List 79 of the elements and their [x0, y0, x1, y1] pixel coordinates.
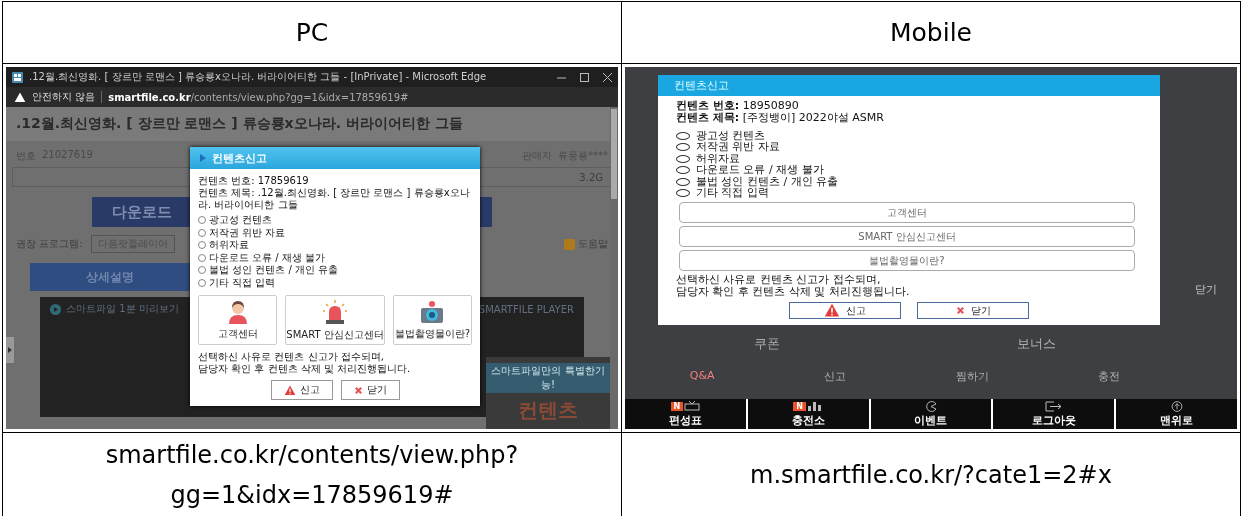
nav-item[interactable]: 맨위로	[1116, 399, 1237, 429]
link-button[interactable]: 고객센터	[198, 295, 278, 345]
help-icon	[564, 238, 575, 250]
qna-link[interactable]: Q&A	[689, 369, 715, 384]
url-caption: m.smartfile.co.kr/?cate1=2#x	[750, 460, 1112, 491]
reason-label: 광고성 컨텐츠	[209, 214, 273, 227]
report-button[interactable]: 신고	[789, 302, 901, 319]
player-label: SMARTFILE PLAYER	[478, 303, 574, 315]
notice-text: 담당자 확인 후 컨텐츠 삭제 및 처리진행됩니다.	[676, 286, 911, 298]
new-badge: N	[670, 401, 684, 411]
security-warning: 안전하지 않음	[32, 90, 96, 104]
side-toggle[interactable]	[6, 337, 14, 363]
report-link[interactable]: 신고	[824, 369, 847, 384]
bonus-tab[interactable]: 보너스	[1017, 335, 1057, 353]
column-heading: Mobile	[890, 18, 972, 47]
report-button[interactable]: 신고	[270, 380, 333, 400]
logout-icon	[1044, 400, 1063, 412]
promo-ribbon: 스마트파일만의 특별한기능!	[486, 363, 610, 393]
dialog-title: 컨텐츠신고	[212, 150, 267, 166]
tv-icon	[684, 401, 701, 411]
reason-label: 광고성 컨텐츠	[696, 129, 766, 142]
warning-icon	[283, 384, 296, 396]
nav-item[interactable]: 이벤트	[870, 399, 994, 429]
nav-item[interactable]: N 편성표	[625, 399, 748, 429]
close-button[interactable]: 닫기	[917, 302, 1029, 319]
notice-text: 선택하신 사유로 컨텐츠 신고가 접수되며,	[676, 274, 882, 286]
up-arrow-icon	[1170, 400, 1183, 412]
content-info: 컨텐츠 제목: [주정뱅이] 2022야설 ASMR	[676, 112, 885, 124]
reason-label: 저작권 위반 자료	[209, 226, 286, 239]
triangle-icon	[200, 154, 206, 162]
link-button[interactable]: 불법촬영물이란?	[679, 250, 1135, 271]
coupon-tab[interactable]: 쿠폰	[753, 335, 780, 353]
reason-label: 불법 성인 컨텐츠 / 개인 유출	[696, 175, 839, 188]
window-title: .12월.최신영화. [ 장르만 로맨스 ] 류승룡x오나라. 버라이어티한 그들 - [InPrivate] - Microsoft Edge	[29, 70, 488, 84]
link-button[interactable]: SMART 안심신고센터	[285, 295, 385, 345]
url-caption: smartfile.co.kr/contents/view.php?gg=1&idx=17859619#	[104, 440, 520, 511]
person-icon	[226, 299, 249, 324]
nav-item[interactable]: 로그아웃	[993, 399, 1117, 429]
close-icon[interactable]	[603, 72, 612, 82]
pacman-icon	[925, 400, 937, 412]
close-icon	[353, 385, 363, 395]
caret-icon	[6, 346, 14, 354]
scrollbar[interactable]	[610, 107, 618, 429]
reason-label: 허위자료	[209, 239, 249, 252]
close-icon	[955, 306, 965, 315]
link-button[interactable]: SMART 안심신고센터	[679, 226, 1135, 247]
favorite-link[interactable]: 찜하기	[955, 369, 989, 384]
play-icon	[50, 303, 61, 315]
new-badge: N	[793, 401, 807, 411]
notice-text: 선택하신 사유로 컨텐츠 신고가 접수되며,	[198, 351, 385, 363]
promo-title: 컨텐츠	[518, 397, 578, 424]
content-info: 컨텐츠 번호: 18950890	[676, 100, 800, 112]
close-button[interactable]: 닫기	[340, 380, 400, 400]
dialog-title: 컨텐츠신고	[658, 75, 1160, 96]
link-button[interactable]: 고객센터	[679, 202, 1135, 223]
reason-label: 기타 직접 입력	[696, 187, 769, 200]
reason-label: 기타 직접 입력	[209, 276, 276, 289]
reason-label: 불법 성인 컨텐츠 / 개인 유출	[209, 264, 339, 277]
address-url[interactable]: smartfile.co.kr/contents/view.php?gg=1&idx=17859619#	[108, 91, 409, 103]
maximize-icon[interactable]	[580, 72, 589, 82]
notice-text: 담당자 확인 후 컨텐츠 삭제 및 처리진행됩니다.	[198, 363, 412, 375]
reason-label: 저작권 위반 자료	[696, 141, 780, 154]
siren-icon	[322, 298, 348, 325]
nav-item[interactable]: N 충전소	[747, 399, 871, 429]
charge-link[interactable]: 충전	[1098, 369, 1121, 384]
browser-tab-icon	[12, 71, 23, 83]
reason-label: 허위자료	[696, 152, 740, 165]
link-button[interactable]: 불법촬영물이란?	[392, 295, 472, 345]
preview-title: 스마트파일 1분 미리보기	[66, 302, 179, 316]
warning-icon	[824, 303, 840, 318]
reason-label: 다운로드 오류 / 재생 불가	[696, 164, 824, 177]
reason-label: 다운로드 오류 / 재생 불가	[209, 251, 326, 264]
content-info: 컨텐츠 번호: 17859619	[198, 175, 310, 187]
camera-icon	[419, 299, 446, 324]
column-heading: PC	[295, 18, 329, 47]
content-info: 컨텐츠 제목: .12월.최신영화. [ 장르만 로맨스 ] 류승룡x오나라. 버라이어티한 그들	[198, 187, 471, 211]
close-link[interactable]: 닫기	[1195, 282, 1217, 297]
bar-chart-icon	[807, 401, 824, 411]
warning-icon	[14, 91, 26, 103]
